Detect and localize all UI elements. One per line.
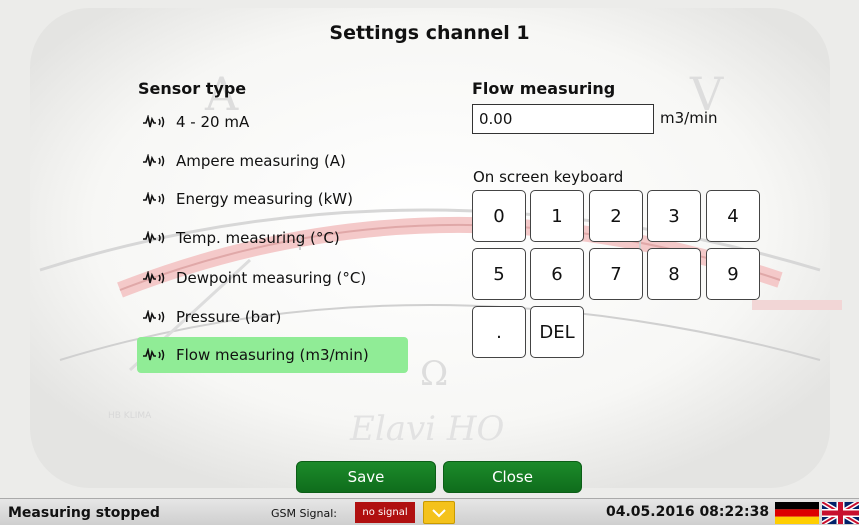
sensor-signal-icon xyxy=(143,348,165,361)
key-7[interactable]: 7 xyxy=(589,248,643,300)
sensor-item-2[interactable]: Energy measuring (kW) xyxy=(137,181,408,217)
sensor-type-heading: Sensor type xyxy=(138,79,247,98)
keyboard-label: On screen keyboard xyxy=(473,168,624,186)
key-4[interactable]: 4 xyxy=(706,190,760,242)
save-button[interactable]: Save xyxy=(296,461,436,493)
key-5[interactable]: 5 xyxy=(472,248,526,300)
sensor-item-0[interactable]: 4 - 20 mA xyxy=(137,104,408,140)
sensor-signal-icon xyxy=(143,192,165,205)
datetime-display: 04.05.2016 08:22:38 xyxy=(606,504,770,520)
meter-brand: Elavi HO xyxy=(349,409,505,449)
sensor-item-1[interactable]: Ampere measuring (A) xyxy=(137,143,408,179)
sensor-item-label: Flow measuring (m3/min) xyxy=(176,346,369,364)
settings-screen: A V Ω Elavi HO HB KLIMA Settings channel… xyxy=(0,0,859,498)
sensor-item-label: Temp. measuring (°C) xyxy=(176,229,340,247)
german-flag-icon[interactable] xyxy=(775,502,819,524)
key-8[interactable]: 8 xyxy=(647,248,701,300)
sensor-item-label: Pressure (bar) xyxy=(176,308,282,326)
status-dropdown-button[interactable] xyxy=(423,501,455,524)
measuring-status: Measuring stopped xyxy=(8,505,160,521)
key-dot[interactable]: . xyxy=(472,306,526,358)
sensor-item-label: 4 - 20 mA xyxy=(176,113,250,131)
sensor-item-label: Energy measuring (kW) xyxy=(176,190,353,208)
gsm-status-badge: no signal xyxy=(355,502,415,523)
key-9[interactable]: 9 xyxy=(706,248,760,300)
sensor-item-6[interactable]: Flow measuring (m3/min) xyxy=(137,337,408,373)
key-0[interactable]: 0 xyxy=(472,190,526,242)
meter-tag: HB KLIMA xyxy=(108,411,152,421)
key-3[interactable]: 3 xyxy=(647,190,701,242)
status-bar: Measuring stopped GSM Signal: no signal … xyxy=(0,498,859,525)
key-del[interactable]: DEL xyxy=(530,306,584,358)
close-button[interactable]: Close xyxy=(443,461,582,493)
meter-ohm-symbol: Ω xyxy=(420,354,448,394)
sensor-signal-icon xyxy=(143,231,165,244)
page-title: Settings channel 1 xyxy=(329,22,530,44)
sensor-item-5[interactable]: Pressure (bar) xyxy=(137,299,408,335)
chevron-down-icon xyxy=(432,508,446,517)
key-1[interactable]: 1 xyxy=(530,190,584,242)
flow-value-input[interactable] xyxy=(472,104,654,134)
sensor-item-4[interactable]: Dewpoint measuring (°C) xyxy=(137,260,408,296)
sensor-item-3[interactable]: Temp. measuring (°C) xyxy=(137,220,408,256)
sensor-signal-icon xyxy=(143,310,165,323)
sensor-item-label: Ampere measuring (A) xyxy=(176,152,346,170)
uk-flag-icon[interactable] xyxy=(822,502,859,524)
sensor-signal-icon xyxy=(143,115,165,128)
flow-unit-label: m3/min xyxy=(660,109,718,127)
key-6[interactable]: 6 xyxy=(530,248,584,300)
sensor-item-label: Dewpoint measuring (°C) xyxy=(176,269,367,287)
sensor-signal-icon xyxy=(143,154,165,167)
sensor-signal-icon xyxy=(143,271,165,284)
gsm-signal-label: GSM Signal: xyxy=(271,507,337,520)
flow-measuring-heading: Flow measuring xyxy=(472,79,616,98)
key-2[interactable]: 2 xyxy=(589,190,643,242)
